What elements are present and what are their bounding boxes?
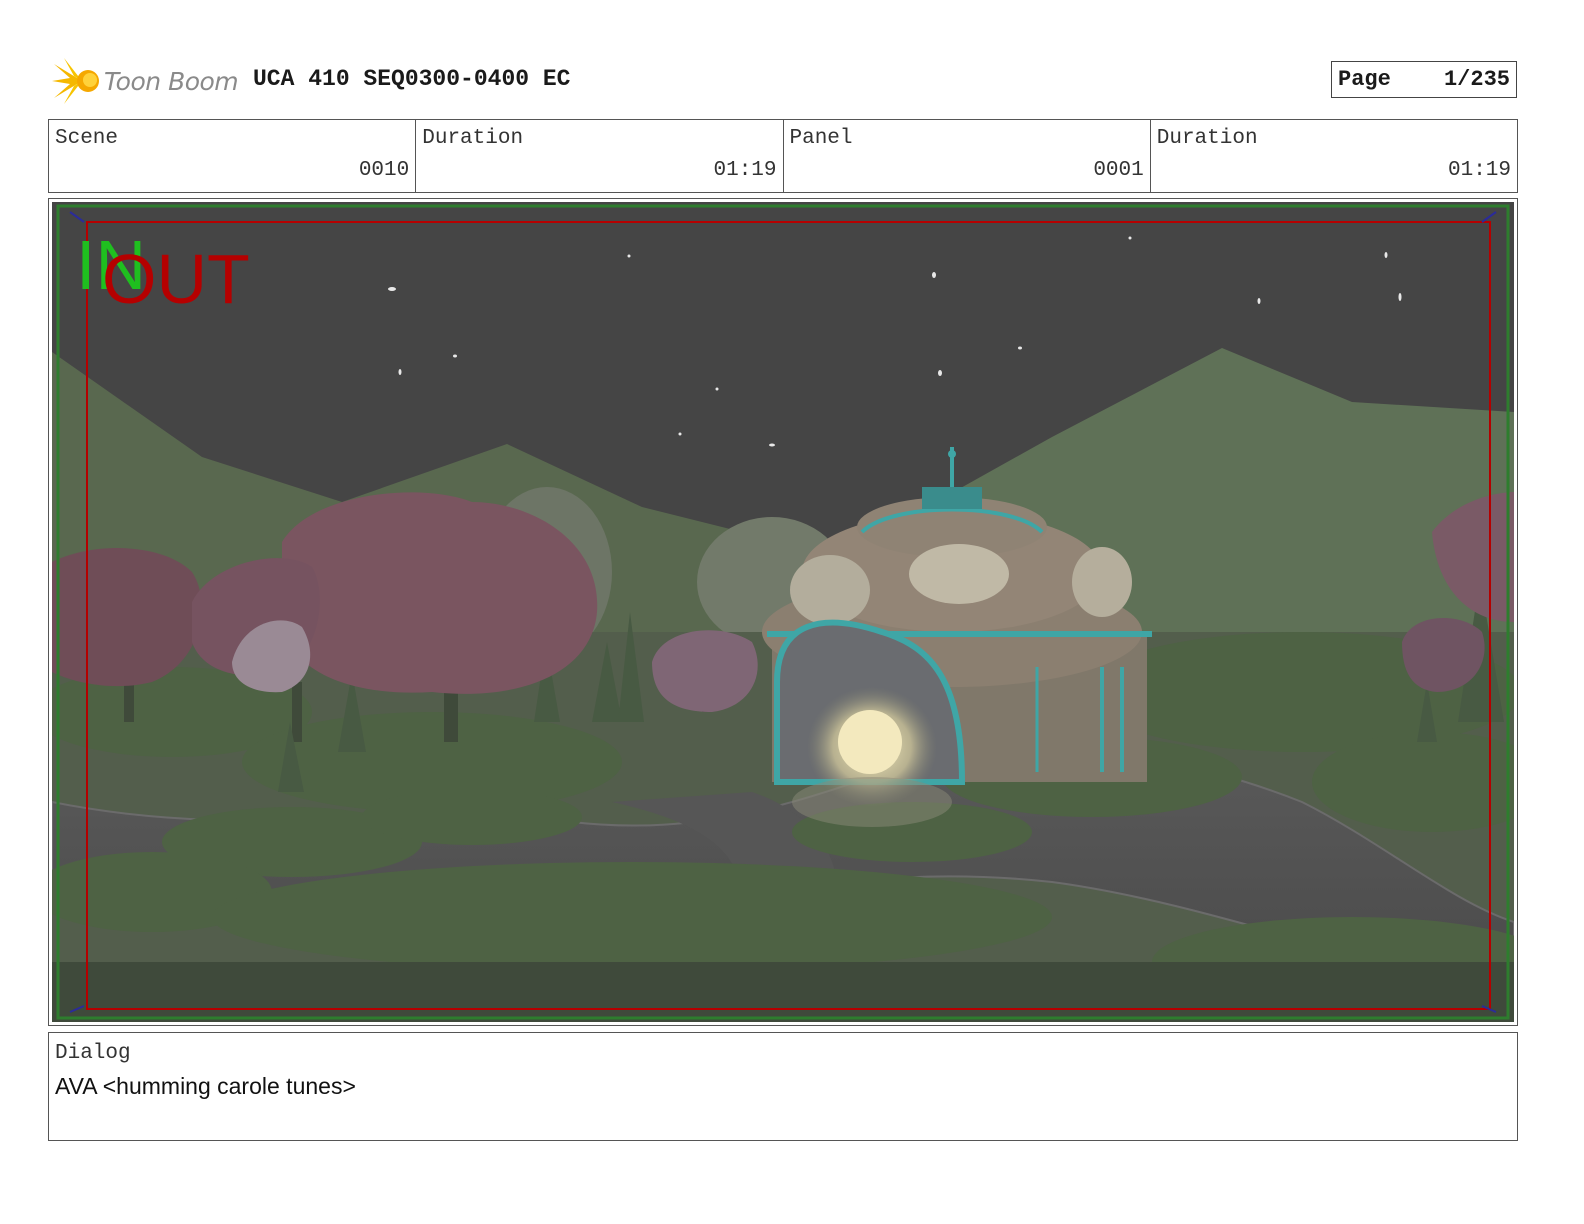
project-title: UCA 410 SEQ0300-0400 EC — [253, 66, 571, 92]
panel-value: 0001 — [1093, 159, 1144, 182]
toon-boom-logo: Toon Boom — [52, 56, 239, 106]
panel-duration-value: 01:19 — [1447, 159, 1511, 182]
dialog-box: Dialog AVA <humming carole tunes> — [48, 1032, 1518, 1141]
scene-label: Scene — [55, 127, 119, 150]
door-light — [838, 710, 902, 774]
page-label: Page — [1338, 67, 1391, 92]
panel-duration-label: Duration — [1156, 127, 1258, 150]
panel-label: Panel — [789, 127, 853, 150]
dialog-text: AVA <humming carole tunes> — [55, 1073, 356, 1099]
night-village-scene — [52, 202, 1514, 1022]
scene-duration-value: 01:19 — [713, 159, 777, 182]
logo-text: Toon Boom — [104, 66, 239, 96]
scene-duration-cell: Duration 01:19 — [416, 120, 784, 192]
out-marker: OUT — [102, 240, 250, 318]
foreground-ground — [52, 962, 1514, 1022]
scene-value: 0010 — [358, 159, 410, 182]
panel-duration-cell: Duration 01:19 — [1151, 120, 1517, 192]
storyboard-panel-image: IN OUT — [52, 202, 1514, 1022]
page-indicator: Page 1/235 — [1331, 61, 1517, 98]
page-number: 1/235 — [1443, 67, 1510, 92]
scene-cell: Scene 0010 — [49, 120, 417, 192]
sun-burst-icon — [52, 58, 99, 104]
scene-info-table: Scene 0010 Duration 01:19 Panel 0001 Dur… — [48, 119, 1518, 193]
panel-cell: Panel 0001 — [784, 120, 1151, 192]
dialog-label: Dialog — [55, 1042, 131, 1065]
scene-duration-label: Duration — [422, 127, 524, 150]
